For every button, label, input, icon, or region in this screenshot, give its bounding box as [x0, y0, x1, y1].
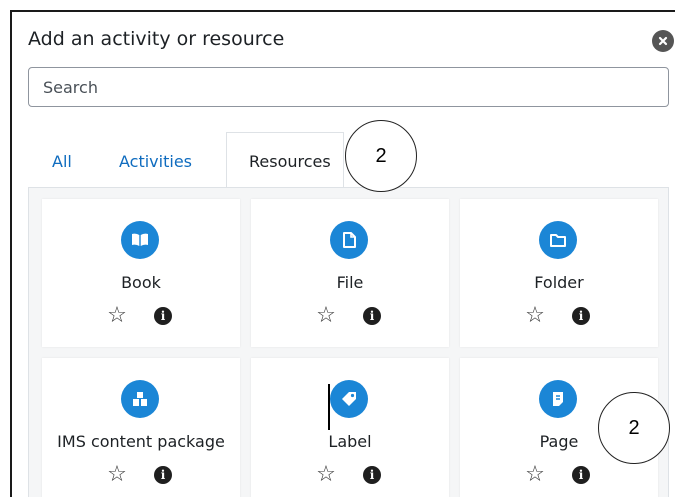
resource-name: Label	[328, 432, 372, 451]
star-icon[interactable]: ☆	[524, 305, 546, 327]
tab-resources-label: Resources	[249, 152, 331, 171]
resource-name: Book	[121, 273, 161, 292]
file-glyph	[343, 232, 356, 248]
folder-glyph	[550, 234, 566, 247]
star-icon[interactable]: ☆	[106, 305, 128, 327]
info-icon[interactable]: i	[363, 466, 381, 484]
tag-glyph	[342, 392, 356, 406]
star-icon[interactable]: ☆	[106, 464, 128, 486]
text-cursor	[328, 384, 330, 430]
resource-card-ims-content-package[interactable]: IMS content package ☆ i	[42, 358, 240, 497]
star-icon[interactable]: ☆	[315, 305, 337, 327]
resources-panel: Book ☆ i File ☆ i Folder ☆ i IMS content…	[28, 188, 669, 497]
folder-icon	[539, 221, 577, 259]
book-icon	[121, 221, 159, 259]
resource-name: IMS content package	[57, 432, 225, 451]
info-icon[interactable]: i	[154, 466, 172, 484]
resource-card-folder[interactable]: Folder ☆ i	[460, 199, 658, 347]
resource-card-label[interactable]: Label ☆ i	[251, 358, 449, 497]
close-icon[interactable]	[652, 30, 674, 52]
tab-resources[interactable]: Resources	[226, 132, 344, 188]
tab-activities[interactable]: Activities	[119, 152, 192, 171]
package-icon	[121, 380, 159, 418]
resource-name: Folder	[534, 273, 584, 292]
info-icon[interactable]: i	[154, 307, 172, 325]
search-input[interactable]	[28, 67, 669, 107]
tag-icon	[330, 380, 368, 418]
package-glyph	[133, 392, 147, 406]
star-icon[interactable]: ☆	[315, 464, 337, 486]
page-glyph	[553, 392, 563, 406]
resource-card-file[interactable]: File ☆ i	[251, 199, 449, 347]
resource-name: File	[336, 273, 364, 292]
page-icon	[539, 380, 577, 418]
callout-badge: 2	[598, 392, 670, 464]
info-icon[interactable]: i	[363, 307, 381, 325]
tab-all[interactable]: All	[52, 152, 72, 171]
file-icon	[330, 221, 368, 259]
close-x-glyph	[658, 36, 668, 46]
info-icon[interactable]: i	[572, 307, 590, 325]
star-icon[interactable]: ☆	[524, 464, 546, 486]
dialog-title: Add an activity or resource	[28, 28, 285, 50]
book-glyph	[132, 233, 148, 246]
info-icon[interactable]: i	[572, 466, 590, 484]
callout-badge: 2	[345, 120, 417, 192]
add-activity-dialog: Add an activity or resource All Activiti…	[10, 10, 675, 497]
resource-card-book[interactable]: Book ☆ i	[42, 199, 240, 347]
